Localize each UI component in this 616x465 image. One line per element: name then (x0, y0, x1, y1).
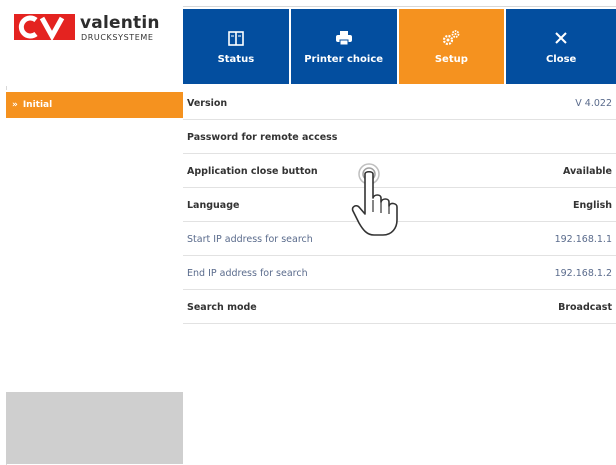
setting-label: Search mode (187, 301, 257, 313)
brand-name: valentin (80, 13, 160, 33)
setting-row-search-mode[interactable]: Search mode Broadcast (183, 290, 616, 324)
setting-label: Start IP address for search (187, 233, 313, 245)
nav-printer-choice-button[interactable]: Printer choice (290, 9, 399, 84)
nav-setup-button[interactable]: Setup (398, 9, 507, 84)
setting-row-language[interactable]: Language English (183, 188, 616, 222)
status-icon (228, 28, 244, 48)
setting-value: V 4.022 (575, 97, 612, 109)
brand-logo: valentin DRUCKSYSTEME (6, 6, 183, 86)
nav-printer-choice-label: Printer choice (304, 54, 384, 65)
setting-value: Available (562, 165, 612, 177)
setting-value: 192.168.1.1 (554, 233, 612, 245)
setting-value: English (573, 199, 612, 211)
setting-label: End IP address for search (187, 267, 308, 279)
setting-row-password-remote-access[interactable]: Password for remote access (183, 120, 616, 154)
setting-label: Application close button (187, 165, 318, 177)
setting-label: Password for remote access (187, 131, 338, 143)
brand-subtitle: DRUCKSYSTEME (81, 33, 154, 42)
setting-row-end-ip[interactable]: End IP address for search 192.168.1.2 (183, 256, 616, 290)
close-icon (554, 28, 568, 48)
sidebar-footer (6, 392, 183, 464)
nav-setup-label: Setup (434, 54, 468, 65)
setting-row-application-close-button[interactable]: Application close button Available (183, 154, 616, 188)
gears-icon (441, 28, 461, 48)
settings-list: Version V 4.022 Password for remote acce… (183, 86, 616, 464)
double-chevron-right-icon: » (12, 100, 18, 110)
cv-logo-mark (14, 14, 75, 40)
sidebar-item-initial[interactable]: » Initial (6, 92, 183, 118)
nav-close-label: Close (545, 54, 577, 65)
nav-close-button[interactable]: Close (506, 9, 616, 84)
nav-status-label: Status (217, 54, 255, 65)
nav-status-button[interactable]: Status (183, 9, 291, 84)
setting-value: Broadcast (558, 301, 612, 313)
printer-icon (335, 28, 353, 48)
setting-label: Version (187, 97, 228, 109)
setting-row-version[interactable]: Version V 4.022 (183, 86, 616, 120)
setting-row-start-ip[interactable]: Start IP address for search 192.168.1.1 (183, 222, 616, 256)
sidebar: » Initial (6, 90, 183, 464)
top-nav: Status Printer choice Setup Close (183, 9, 616, 84)
setting-label: Language (187, 199, 240, 211)
setting-value: 192.168.1.2 (554, 267, 612, 279)
sidebar-item-label: Initial (22, 100, 53, 110)
